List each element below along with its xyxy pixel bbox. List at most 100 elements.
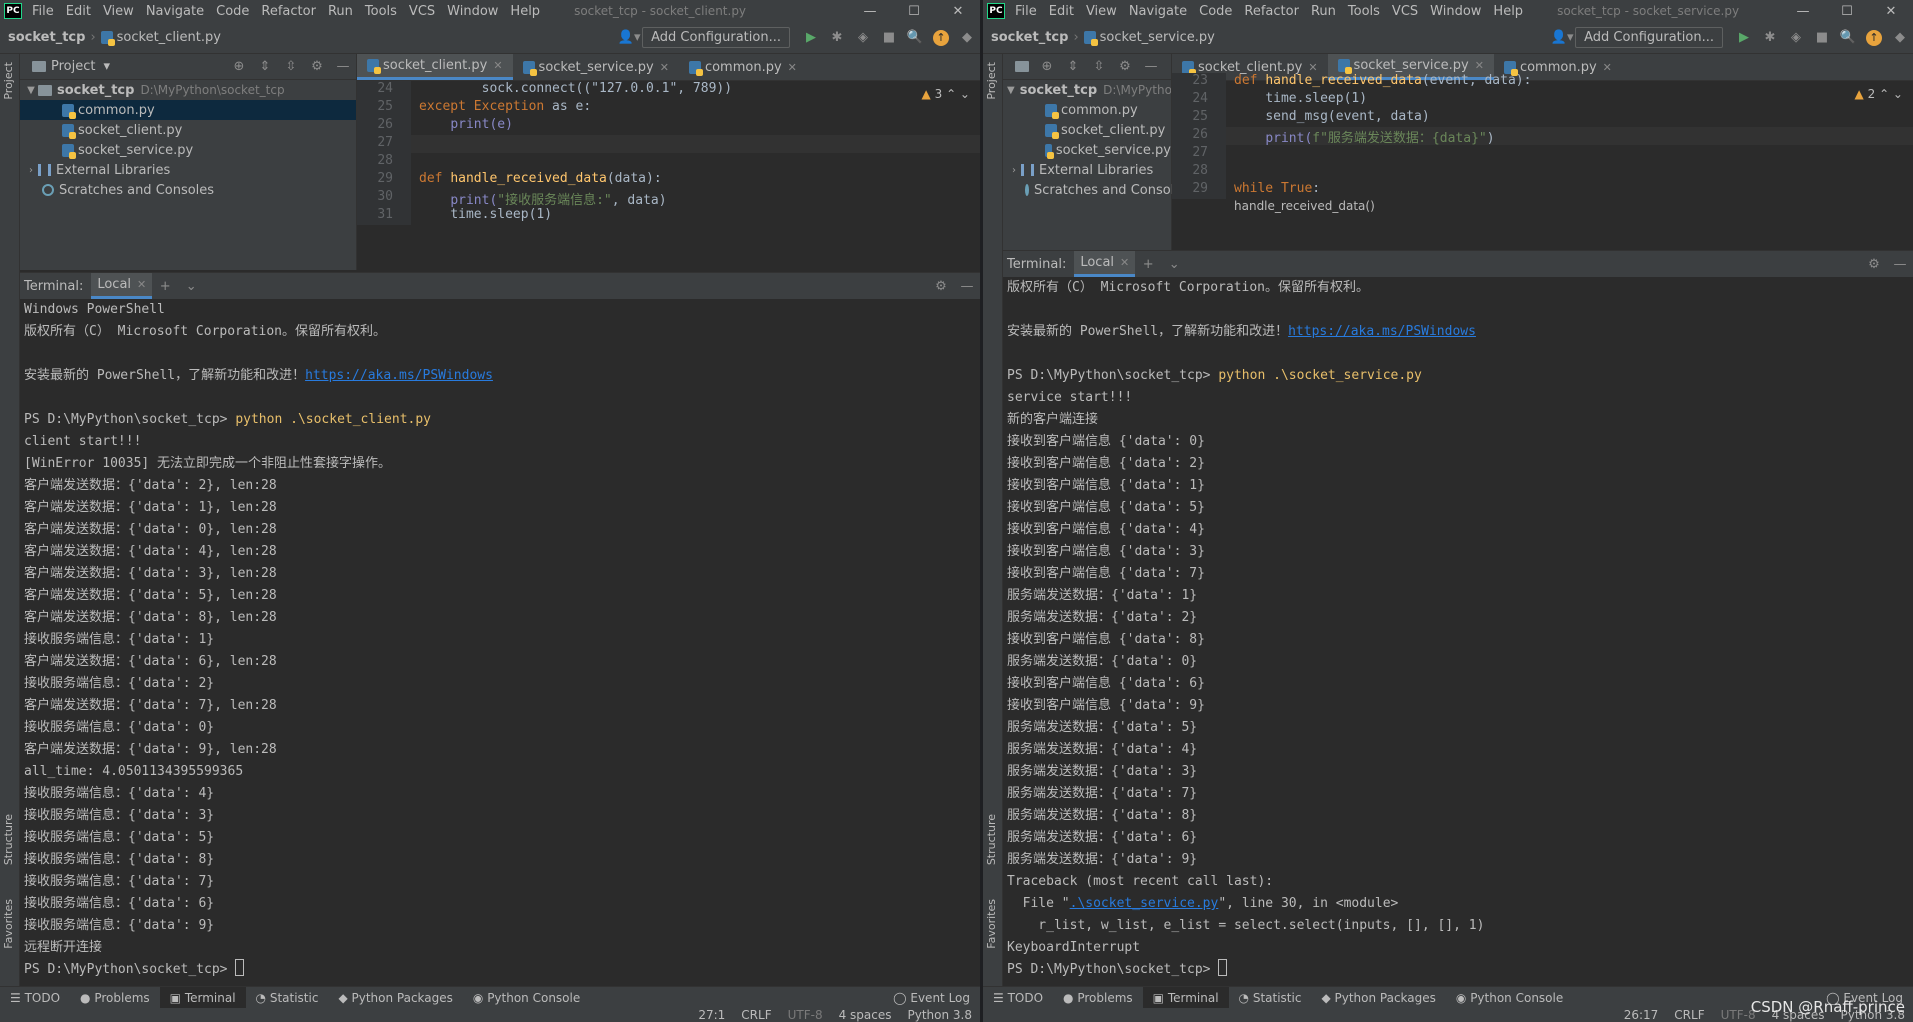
tree-file-socket-client[interactable]: socket_client.py bbox=[20, 120, 356, 140]
tree-root[interactable]: ▼ socket_tcp D:\MyPython bbox=[1003, 80, 1171, 100]
tree-file-socket-service[interactable]: socket_service.py bbox=[20, 140, 356, 160]
tree-scratches[interactable]: Scratches and Consoles bbox=[20, 180, 356, 200]
locate-icon[interactable]: ⊕ bbox=[226, 59, 252, 74]
code-area[interactable]: ▲ 2 ⌃ ⌄ 23 def handle_received_data(event… bbox=[1172, 73, 1913, 217]
maximize-icon[interactable]: ☐ bbox=[1825, 4, 1869, 19]
minimize-icon[interactable]: — bbox=[1781, 4, 1825, 19]
project-tool-label[interactable]: Project bbox=[2, 62, 15, 100]
breadcrumb-file[interactable]: socket_service.py bbox=[1100, 30, 1215, 45]
statistic-tool-button[interactable]: ◔ Statistic bbox=[246, 987, 329, 1009]
terminal-tool-button[interactable]: ▣ Terminal bbox=[1142, 986, 1229, 1009]
hide-icon[interactable]: — bbox=[954, 279, 980, 294]
caret-position[interactable]: 27:1 bbox=[690, 1008, 733, 1022]
menu-file[interactable]: File bbox=[1009, 4, 1043, 19]
hide-icon[interactable]: — bbox=[330, 59, 356, 74]
gear-icon[interactable]: ⚙ bbox=[1861, 257, 1887, 272]
user-icon[interactable]: 👤▾ bbox=[1549, 30, 1575, 45]
traceback-file-link[interactable]: .\socket_service.py bbox=[1070, 896, 1219, 911]
close-icon[interactable]: ✕ bbox=[1120, 256, 1129, 269]
tab-socket-service[interactable]: socket_service.py ✕ bbox=[513, 54, 679, 80]
terminal-output[interactable]: 版权所有（C） Microsoft Corporation。保留所有权利。 安装… bbox=[1003, 277, 1913, 981]
favorites-tool-label[interactable]: Favorites bbox=[985, 899, 998, 949]
menu-vcs[interactable]: VCS bbox=[1386, 4, 1424, 19]
tree-scratches[interactable]: Scratches and Consoles bbox=[1003, 180, 1189, 200]
structure-tool-label[interactable]: Structure bbox=[985, 814, 998, 865]
inspection-widget[interactable]: ▲ 3 ⌃ ⌄ bbox=[922, 87, 970, 101]
gear-icon[interactable]: ⚙ bbox=[304, 59, 330, 74]
tab-socket-client[interactable]: socket_client.py ✕ bbox=[357, 54, 513, 80]
maximize-icon[interactable]: ☐ bbox=[892, 4, 936, 19]
stop-icon[interactable]: ■ bbox=[876, 30, 902, 45]
menu-tools[interactable]: Tools bbox=[359, 4, 403, 19]
plugin-icon[interactable]: ◆ bbox=[954, 30, 980, 45]
close-icon[interactable]: ✕ bbox=[1475, 59, 1484, 72]
powershell-link[interactable]: https://aka.ms/PSWindows bbox=[305, 368, 493, 383]
breadcrumb-project[interactable]: socket_tcp bbox=[991, 30, 1068, 45]
chevron-down-icon[interactable]: ⌄ bbox=[178, 279, 204, 294]
stop-icon[interactable]: ■ bbox=[1809, 30, 1835, 45]
run-icon[interactable]: ▶ bbox=[1731, 30, 1757, 45]
hide-icon[interactable]: — bbox=[1887, 257, 1913, 272]
todo-tool-button[interactable]: ☰ TODO bbox=[983, 987, 1053, 1009]
collapse-all-icon[interactable]: ⇳ bbox=[1086, 59, 1112, 74]
close-icon[interactable]: ✕ bbox=[137, 278, 146, 291]
close-icon[interactable]: ✕ bbox=[788, 61, 797, 74]
menu-view[interactable]: View bbox=[1080, 4, 1123, 19]
menu-code[interactable]: Code bbox=[210, 4, 255, 19]
chevron-right-icon[interactable]: › bbox=[1007, 165, 1021, 176]
inspection-widget[interactable]: ▲ 2 ⌃ ⌄ bbox=[1855, 87, 1903, 101]
structure-tool-label[interactable]: Structure bbox=[2, 814, 15, 865]
powershell-link[interactable]: https://aka.ms/PSWindows bbox=[1288, 324, 1476, 339]
terminal-tool-button[interactable]: ▣ Terminal bbox=[159, 986, 246, 1009]
menu-help[interactable]: Help bbox=[504, 4, 546, 19]
tree-external-libraries[interactable]: › External Libraries bbox=[20, 160, 356, 180]
python-packages-tool-button[interactable]: ◆ Python Packages bbox=[328, 987, 462, 1009]
search-icon[interactable]: 🔍 bbox=[902, 30, 928, 45]
favorites-tool-label[interactable]: Favorites bbox=[2, 899, 15, 949]
plus-icon[interactable]: + bbox=[152, 279, 178, 294]
expand-all-icon[interactable]: ⇕ bbox=[1060, 59, 1086, 74]
caret-position[interactable]: 26:17 bbox=[1616, 1008, 1667, 1022]
gear-icon[interactable]: ⚙ bbox=[1112, 59, 1138, 74]
tree-file-socket-client[interactable]: socket_client.py bbox=[1003, 120, 1171, 140]
breadcrumb-file[interactable]: socket_client.py bbox=[117, 30, 221, 45]
project-view-title[interactable]: Project bbox=[51, 59, 95, 74]
tree-root[interactable]: ▼ socket_tcp D:\MyPython\socket_tcp bbox=[20, 80, 356, 100]
code-editor[interactable]: socket_client.py ✕ socket_service.py ✕ com… bbox=[1172, 54, 1913, 250]
close-icon[interactable]: ✕ bbox=[1603, 61, 1612, 74]
tree-file-common[interactable]: common.py bbox=[20, 100, 356, 120]
menu-vcs[interactable]: VCS bbox=[403, 4, 441, 19]
terminal-output[interactable]: Windows PowerShell 版权所有（C） Microsoft Cor… bbox=[20, 299, 980, 981]
coverage-icon[interactable]: ◈ bbox=[850, 30, 876, 45]
menu-tools[interactable]: Tools bbox=[1342, 4, 1386, 19]
menu-help[interactable]: Help bbox=[1487, 4, 1529, 19]
close-icon[interactable]: ✕ bbox=[1308, 61, 1317, 74]
tree-external-libraries[interactable]: › External Libraries bbox=[1003, 160, 1171, 180]
plus-icon[interactable]: + bbox=[1135, 257, 1161, 272]
menu-view[interactable]: View bbox=[97, 4, 140, 19]
close-icon[interactable]: ✕ bbox=[936, 4, 980, 19]
debug-icon[interactable]: ✱ bbox=[824, 30, 850, 45]
add-configuration-button[interactable]: Add Configuration... bbox=[642, 27, 790, 48]
code-editor[interactable]: socket_client.py ✕ socket_service.py ✕ com… bbox=[357, 54, 980, 270]
chevron-down-icon[interactable]: ▼ bbox=[24, 85, 38, 96]
menu-refactor[interactable]: Refactor bbox=[1238, 4, 1305, 19]
close-icon[interactable]: ✕ bbox=[493, 59, 502, 72]
python-console-tool-button[interactable]: ◉ Python Console bbox=[1446, 987, 1573, 1009]
statistic-tool-button[interactable]: ◔ Statistic bbox=[1229, 987, 1312, 1009]
code-structure-hint[interactable]: handle_received_data() bbox=[1226, 199, 1375, 217]
python-console-tool-button[interactable]: ◉ Python Console bbox=[463, 987, 590, 1009]
file-encoding[interactable]: UTF-8 bbox=[780, 1008, 831, 1022]
tree-file-common[interactable]: common.py bbox=[1003, 100, 1171, 120]
user-icon[interactable]: 👤▾ bbox=[616, 30, 642, 45]
terminal-tab-local[interactable]: Local ✕ bbox=[1074, 251, 1136, 277]
menu-navigate[interactable]: Navigate bbox=[140, 4, 210, 19]
close-icon[interactable]: ✕ bbox=[1869, 4, 1913, 19]
search-icon[interactable]: 🔍 bbox=[1835, 30, 1861, 45]
event-log-tool-button[interactable]: ◯ Event Log bbox=[883, 987, 980, 1009]
update-icon[interactable]: ↑ bbox=[1861, 29, 1887, 46]
menu-edit[interactable]: Edit bbox=[1043, 4, 1080, 19]
menu-navigate[interactable]: Navigate bbox=[1123, 4, 1193, 19]
line-separator[interactable]: CRLF bbox=[1666, 1008, 1712, 1022]
code-area[interactable]: ▲ 3 ⌃ ⌄ 24 sock.connect(("127.0.0.1", 78… bbox=[357, 81, 980, 225]
